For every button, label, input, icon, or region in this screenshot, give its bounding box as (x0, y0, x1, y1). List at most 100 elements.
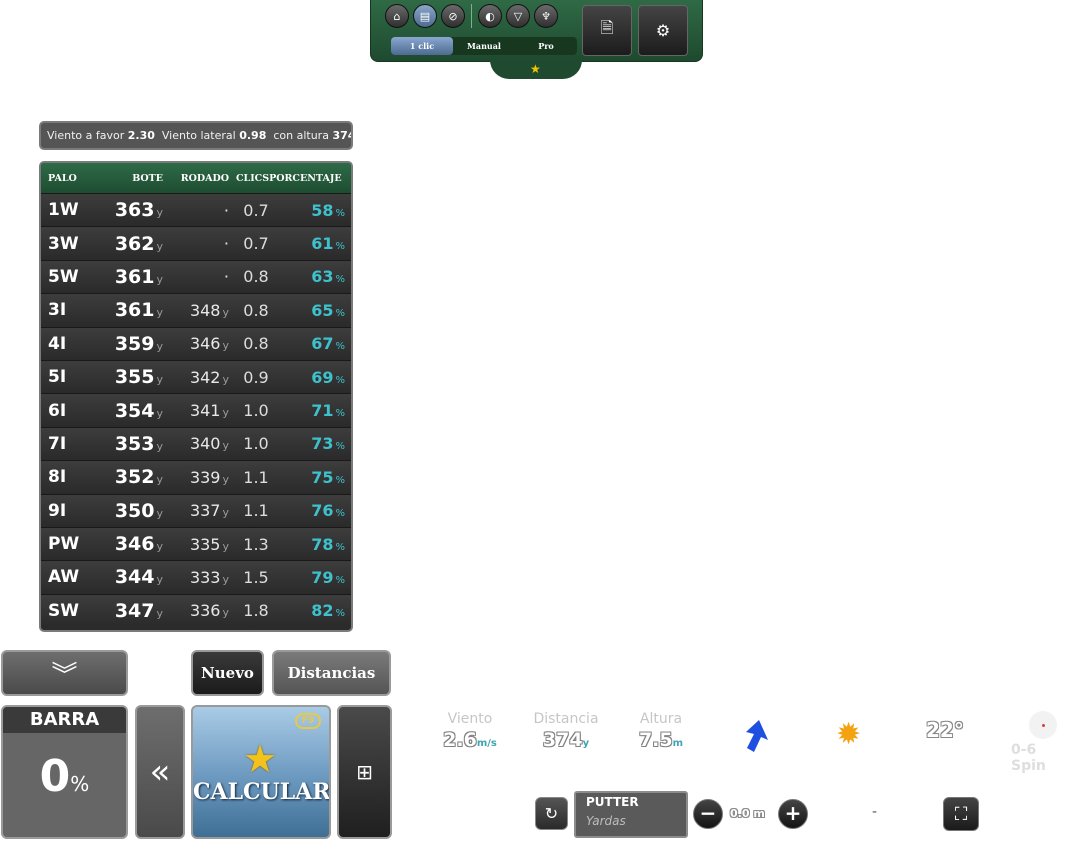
decrease-button[interactable]: − (693, 799, 723, 829)
nuevo-button[interactable]: Nuevo (191, 650, 264, 696)
altura-label: con altura (273, 129, 329, 142)
pct-cell: 79% (281, 568, 351, 587)
pct-unit: % (335, 441, 345, 453)
spin-ball-icon[interactable] (1029, 711, 1057, 739)
viento-value: 2.6m/s (440, 729, 500, 751)
barra-value: 0% (3, 751, 126, 802)
table-row[interactable]: AW 344 y 333 y 1.5 79% (41, 560, 351, 594)
table-row[interactable]: 5W 361 y · 0.8 63% (41, 259, 351, 294)
bote-cell: 354 y (103, 400, 165, 422)
header-bote: BOTE (132, 172, 163, 184)
pin-icon[interactable]: ♆ (534, 4, 558, 28)
pct-unit: % (335, 374, 345, 386)
distance-table: PALO BOTE RODADO CLICSPORCENTAJE 1W 363 y ·… (39, 161, 353, 632)
collapse-button[interactable]: ︾ (1, 650, 128, 696)
no-wind-icon[interactable]: ⊘ (441, 4, 465, 28)
table-row[interactable]: 8I 352 y 339 y 1.1 75% (41, 460, 351, 494)
rodado-value: 341 (189, 401, 221, 421)
pct-cell: 65% (281, 301, 351, 320)
keypad-button[interactable]: ⊞ (337, 705, 392, 839)
wind-favor-label: Viento a favor (47, 129, 125, 142)
table-row[interactable]: 3W 362 y · 0.7 61% (41, 226, 351, 260)
club-cell: 1W (48, 200, 79, 221)
bote-cell: 352 y (103, 466, 165, 488)
club-cell: SW (48, 600, 79, 621)
mode-1-clic[interactable]: 1 clic (391, 37, 453, 55)
table-row[interactable]: 3I 361 y 348 y 0.8 65% (41, 293, 351, 327)
shortcut-badge: F9 (295, 713, 321, 729)
clics-cell: 1.3 (243, 534, 269, 554)
clics-cell: 0.7 (243, 234, 269, 254)
bote-value: 361 (114, 265, 155, 288)
rodado-cell: 336 y (165, 601, 231, 620)
pct-value: 65 (311, 300, 334, 320)
rodado-unit: y (222, 472, 229, 486)
table-row[interactable]: 5I 355 y 342 y 0.9 69% (41, 359, 351, 394)
table-row[interactable]: PW 346 y 335 y 1.3 78% (41, 526, 351, 561)
pct-unit: % (335, 307, 345, 319)
keypad-icon: ⊞ (356, 760, 373, 784)
club-cell: 3I (48, 300, 67, 321)
home-icon[interactable]: ⌂ (385, 4, 409, 28)
table-row[interactable]: 9I 350 y 337 y 1.1 76% (41, 493, 351, 527)
settings-button[interactable]: ⚙ (638, 5, 688, 56)
bote-unit: y (156, 573, 163, 587)
clics-cell: 0.8 (243, 267, 269, 287)
bote-value: 346 (114, 533, 155, 556)
filter-icon[interactable]: ▽ (506, 4, 530, 28)
back-button[interactable]: « (135, 705, 185, 839)
wind-info-bar: Viento a favor 2.30 Viento lateral 0.98 … (39, 121, 353, 150)
table-row[interactable]: 1W 363 y · 0.7 58% (41, 193, 351, 227)
bote-unit: y (156, 606, 163, 620)
table-row[interactable]: SW 347 y 336 y 1.8 82% (41, 593, 351, 628)
pct-unit: % (335, 574, 345, 586)
mode-pro[interactable]: Pro (515, 37, 577, 55)
table-row[interactable]: 4I 359 y 346 y 0.8 67% (41, 326, 351, 360)
document-button[interactable]: 🗎 (582, 5, 632, 56)
pct-value: 78 (311, 534, 334, 554)
clics-cell: 0.7 (243, 200, 269, 220)
rodado-cell: 346 y (165, 334, 231, 353)
palette-icon[interactable]: ◐ (478, 4, 502, 28)
pct-cell: 78% (281, 535, 351, 554)
calcular-button[interactable]: F9 ★ CALCULAR (191, 705, 331, 839)
bote-unit: y (156, 373, 163, 387)
distancia-unit: y (582, 738, 590, 749)
pct-value: 67 (311, 334, 334, 354)
pct-value: 76 (311, 501, 334, 521)
pct-value: 75 (311, 467, 334, 487)
club-cell: PW (48, 534, 80, 555)
clics-cell: 0.9 (243, 367, 269, 387)
favorites-tab[interactable]: ★ (490, 60, 582, 79)
distancias-button[interactable]: Distancias (272, 650, 391, 696)
table-row[interactable]: 7I 353 y 340 y 1.0 73% (41, 426, 351, 461)
bote-cell: 362 y (103, 233, 165, 255)
reset-button[interactable]: ↻ (535, 797, 568, 830)
header-porcentaje: PORCENTAJE (269, 172, 342, 184)
clics-cell: 1.1 (243, 467, 269, 487)
calculator-icon[interactable]: ▤ (413, 4, 437, 28)
altura-label: Altura (639, 711, 683, 727)
club-selector[interactable]: PUTTER Yardas (574, 791, 688, 838)
spin-label: 0-6 Spin (1011, 742, 1046, 774)
table-row[interactable]: 6I 354 y 341 y 1.0 71% (41, 393, 351, 427)
rodado-value: 342 (189, 367, 221, 387)
increase-button[interactable]: + (778, 799, 808, 829)
rodado-cell: · (165, 267, 231, 286)
pct-cell: 73% (281, 434, 351, 453)
rodado-unit: y (222, 606, 229, 620)
distancia-value: 374y (526, 729, 606, 751)
rodado-value: 339 (189, 467, 221, 487)
club-name: PUTTER (586, 795, 639, 809)
putt-distance: 0.0 m (730, 807, 765, 820)
viento-stat: Viento 2.6m/s (440, 711, 500, 751)
pct-cell: 82% (281, 601, 351, 620)
mode-manual[interactable]: Manual (453, 37, 515, 55)
rodado-value: 335 (189, 534, 221, 554)
club-cell: 5I (48, 367, 67, 388)
refresh-icon: ↻ (544, 804, 559, 823)
pct-value: 63 (311, 267, 334, 287)
bote-value: 350 (114, 499, 155, 522)
fullscreen-button[interactable]: ⛶ (943, 797, 979, 831)
pct-unit: % (335, 341, 345, 353)
